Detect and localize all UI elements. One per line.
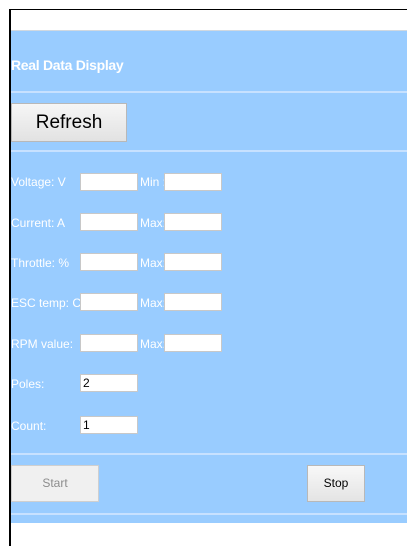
throttle-field[interactable] bbox=[80, 253, 138, 271]
poles-field[interactable]: 2 bbox=[80, 374, 138, 392]
bottom-area bbox=[11, 523, 407, 546]
start-button[interactable]: Start bbox=[11, 465, 99, 502]
divider bbox=[11, 91, 407, 93]
current-label: Current: A bbox=[11, 216, 66, 230]
voltage-min-label: Min : bbox=[140, 175, 167, 189]
current-field[interactable] bbox=[80, 213, 138, 231]
window-top-border bbox=[9, 9, 407, 10]
poles-label: Poles: bbox=[11, 377, 45, 391]
rpm-max-label: Max: bbox=[140, 337, 167, 351]
rpm-field[interactable] bbox=[80, 334, 138, 352]
current-max-field[interactable] bbox=[164, 213, 222, 231]
divider bbox=[11, 150, 407, 152]
panel-title: Real Data Display bbox=[11, 57, 124, 73]
divider bbox=[11, 453, 407, 455]
throttle-max-label: Max: bbox=[140, 256, 167, 270]
esc-temp-label: ESC temp: C bbox=[11, 296, 82, 310]
rpm-label: RPM value: bbox=[11, 337, 74, 351]
esc-temp-max-field[interactable] bbox=[164, 293, 222, 311]
divider bbox=[11, 513, 407, 515]
voltage-min-field[interactable] bbox=[164, 173, 222, 191]
count-label: Count: bbox=[11, 419, 47, 433]
rpm-max-field[interactable] bbox=[164, 334, 222, 352]
throttle-max-field[interactable] bbox=[164, 253, 222, 271]
esc-temp-max-label: Max: bbox=[140, 296, 167, 310]
current-max-label: Max: bbox=[140, 216, 167, 230]
refresh-button[interactable]: Refresh bbox=[11, 103, 127, 142]
voltage-field[interactable] bbox=[80, 173, 138, 191]
voltage-label: Voltage: V bbox=[11, 175, 66, 189]
throttle-label: Throttle: % bbox=[11, 256, 70, 270]
real-data-panel: Real Data Display Refresh Voltage: V Min… bbox=[11, 31, 407, 523]
stop-button[interactable]: Stop bbox=[307, 465, 365, 502]
count-field[interactable]: 1 bbox=[80, 416, 138, 434]
esc-temp-field[interactable] bbox=[80, 293, 138, 311]
